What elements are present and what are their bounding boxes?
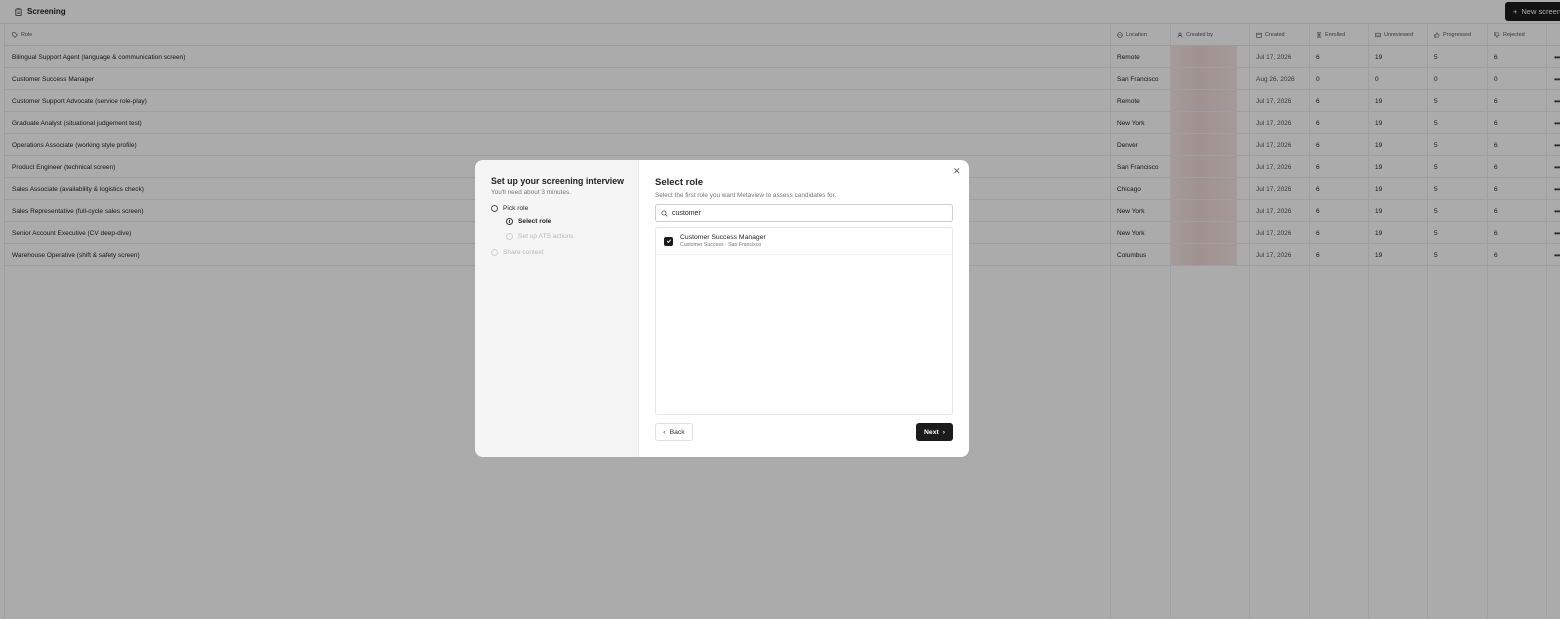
step-circle-icon [506,233,513,240]
next-button[interactable]: Next › [916,423,953,441]
step-pick-role: Pick role [491,205,528,212]
setup-subtitle: You'll need about 3 minutes. [491,189,571,196]
role-option-meta: Customer Success · San Francisco [680,242,762,248]
role-options-list: Customer Success Manager Customer Succes… [655,227,953,415]
step-circle-icon [491,249,498,256]
role-search-box[interactable] [655,204,953,222]
setup-steps-panel: Set up your screening interview You'll n… [475,160,639,457]
role-option-text: Customer Success Manager Customer Succes… [680,234,766,248]
search-icon [661,209,668,217]
role-option-title: Customer Success Manager [680,234,766,241]
step-progress-icon [506,218,513,225]
step-select-role: Select role [506,218,551,225]
role-option[interactable]: Customer Success Manager Customer Succes… [656,228,952,255]
check-icon [666,239,671,244]
close-icon[interactable]: ✕ [953,166,961,177]
step-circle-icon [491,205,498,212]
setup-modal: Set up your screening interview You'll n… [475,160,969,457]
setup-title: Set up your screening interview [491,176,624,186]
select-role-panel: ✕ Select role Select the first role you … [639,160,969,457]
chevron-right-icon: › [942,428,945,436]
chevron-left-icon: ‹ [663,428,666,436]
role-search-input[interactable] [672,209,932,217]
checkbox-checked[interactable] [664,236,673,246]
back-button[interactable]: ‹ Back [655,423,693,441]
select-role-title: Select role [655,177,704,188]
select-role-subtitle: Select the first role you want Metaview … [655,192,837,199]
step-share-context: Share context [491,249,544,256]
step-ats-actions: Set up ATS actions [506,233,574,240]
